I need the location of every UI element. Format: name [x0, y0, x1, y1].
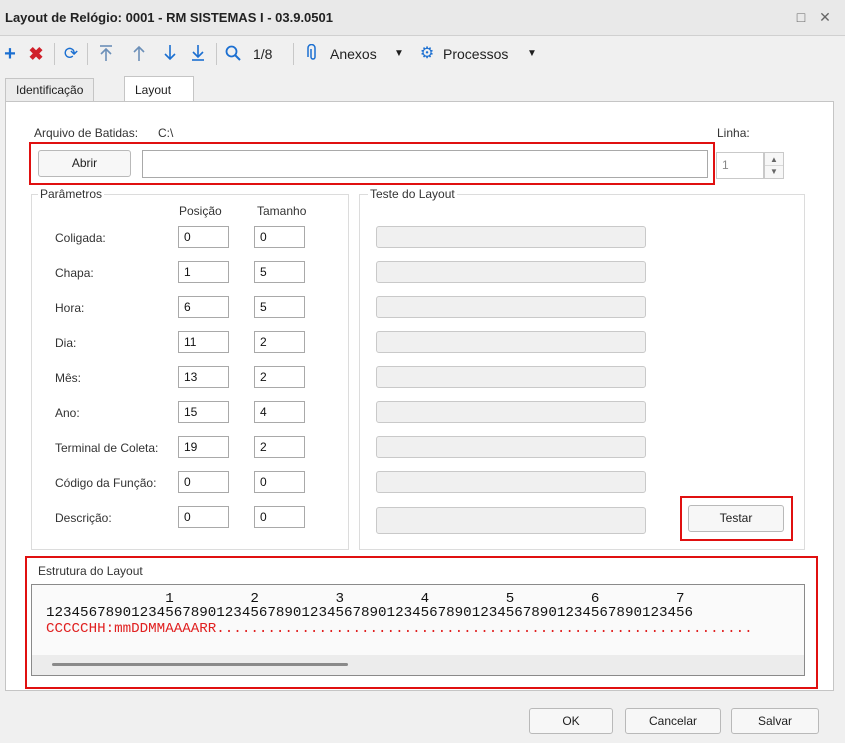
chevron-down-icon[interactable]: ▼ [526, 44, 538, 64]
close-icon[interactable]: ✕ [817, 8, 833, 26]
tamanho-header: Tamanho [257, 204, 307, 218]
last-record-icon[interactable] [190, 44, 206, 64]
search-icon[interactable] [224, 44, 242, 64]
refresh-icon[interactable]: ⟳ [62, 44, 80, 64]
chapa-tamanho-field[interactable]: 5 [254, 261, 305, 283]
abrir-button[interactable]: Abrir [38, 150, 131, 177]
estrutura-viewer[interactable]: 1 2 3 4 5 6 7 12345678901234567890123456… [31, 584, 805, 676]
ano-posicao-field[interactable]: 15 [178, 401, 229, 423]
codigo-funcao-posicao-field[interactable]: 0 [178, 471, 229, 493]
first-record-icon[interactable] [98, 44, 114, 64]
page-counter: 1/8 [253, 46, 273, 62]
toolbar: + ✖ ⟳ 1/8 Anexos ▼ ⚙ Processos ▼ [0, 36, 845, 72]
teste-result-field [376, 366, 646, 388]
descricao-label: Descrição: [55, 511, 112, 525]
tab-identificacao[interactable]: Identificação [5, 78, 95, 102]
anexos-menu[interactable]: Anexos [330, 44, 377, 64]
chapa-label: Chapa: [55, 266, 94, 280]
codigo-funcao-tamanho-field[interactable]: 0 [254, 471, 305, 493]
mes-label: Mês: [55, 371, 82, 385]
teste-result-field [376, 296, 646, 318]
teste-result-field [376, 226, 646, 248]
coligada-label: Coligada: [55, 231, 106, 245]
window-titlebar: Layout de Relógio: 0001 - RM SISTEMAS I … [0, 0, 845, 36]
ano-tamanho-field[interactable]: 4 [254, 401, 305, 423]
teste-result-field [376, 401, 646, 423]
teste-layout-title: Teste do Layout [368, 187, 457, 201]
horizontal-scrollbar[interactable] [32, 655, 804, 675]
gear-icon[interactable]: ⚙ [419, 44, 435, 64]
chevron-down-icon[interactable]: ▼ [393, 44, 405, 64]
toolbar-separator [87, 43, 88, 65]
coligada-posicao-field[interactable]: 0 [178, 226, 229, 248]
estrutura-content: 1 2 3 4 5 6 7 12345678901234567890123456… [32, 585, 804, 655]
teste-result-field [376, 436, 646, 458]
paperclip-icon[interactable] [306, 43, 320, 64]
dia-posicao-field[interactable]: 11 [178, 331, 229, 353]
ano-label: Ano: [55, 406, 80, 420]
terminal-coleta-posicao-field[interactable]: 19 [178, 436, 229, 458]
estrutura-title: Estrutura do Layout [38, 564, 143, 578]
toolbar-separator [293, 43, 294, 65]
linha-field[interactable]: 1 [716, 152, 764, 179]
teste-result-field [376, 261, 646, 283]
arquivo-label: Arquivo de Batidas: [34, 126, 139, 140]
terminal-coleta-label: Terminal de Coleta: [55, 441, 159, 455]
linha-label: Linha: [717, 126, 750, 140]
previous-record-icon[interactable] [131, 44, 147, 64]
dia-label: Dia: [55, 336, 77, 350]
tab-strip: Identificação Layout [0, 76, 845, 102]
mes-posicao-field[interactable]: 13 [178, 366, 229, 388]
processos-menu[interactable]: Processos [443, 44, 508, 64]
salvar-button[interactable]: Salvar [731, 708, 819, 734]
stepper-up-icon[interactable]: ▲ [765, 153, 783, 166]
scrollbar-thumb[interactable] [52, 663, 348, 666]
ruler-units: 1234567890123456789012345678901234567890… [46, 605, 694, 621]
layout-code: CCCCCHH:mmDDMMAAAARR....................… [46, 621, 753, 637]
linha-stepper[interactable]: ▲ ▼ [764, 152, 784, 179]
x-icon[interactable]: ✖ [28, 44, 44, 64]
hora-tamanho-field[interactable]: 5 [254, 296, 305, 318]
ok-button[interactable]: OK [529, 708, 613, 734]
window-title: Layout de Relógio: 0001 - RM SISTEMAS I … [5, 10, 333, 25]
hora-label: Hora: [55, 301, 85, 315]
chapa-posicao-field[interactable]: 1 [178, 261, 229, 283]
descricao-tamanho-field[interactable]: 0 [254, 506, 305, 528]
next-record-icon[interactable] [162, 44, 178, 64]
tab-layout[interactable]: Layout [124, 76, 194, 102]
teste-result-field [376, 507, 646, 534]
coligada-tamanho-field[interactable]: 0 [254, 226, 305, 248]
toolbar-separator [54, 43, 55, 65]
arquivo-path: C:\ [158, 126, 174, 140]
cancelar-button[interactable]: Cancelar [625, 708, 721, 734]
terminal-coleta-tamanho-field[interactable]: 2 [254, 436, 305, 458]
teste-result-field [376, 331, 646, 353]
maximize-icon[interactable]: □ [793, 8, 809, 26]
stepper-down-icon[interactable]: ▼ [765, 166, 783, 178]
plus-icon[interactable]: + [2, 44, 18, 64]
teste-result-field [376, 471, 646, 493]
codigo-funcao-label: Código da Função: [55, 476, 157, 490]
testar-button[interactable]: Testar [688, 505, 784, 532]
toolbar-separator [216, 43, 217, 65]
arquivo-field[interactable] [142, 150, 708, 178]
descricao-posicao-field[interactable]: 0 [178, 506, 229, 528]
dia-tamanho-field[interactable]: 2 [254, 331, 305, 353]
hora-posicao-field[interactable]: 6 [178, 296, 229, 318]
parametros-title: Parâmetros [38, 187, 105, 201]
posicao-header: Posição [179, 204, 222, 218]
mes-tamanho-field[interactable]: 2 [254, 366, 305, 388]
